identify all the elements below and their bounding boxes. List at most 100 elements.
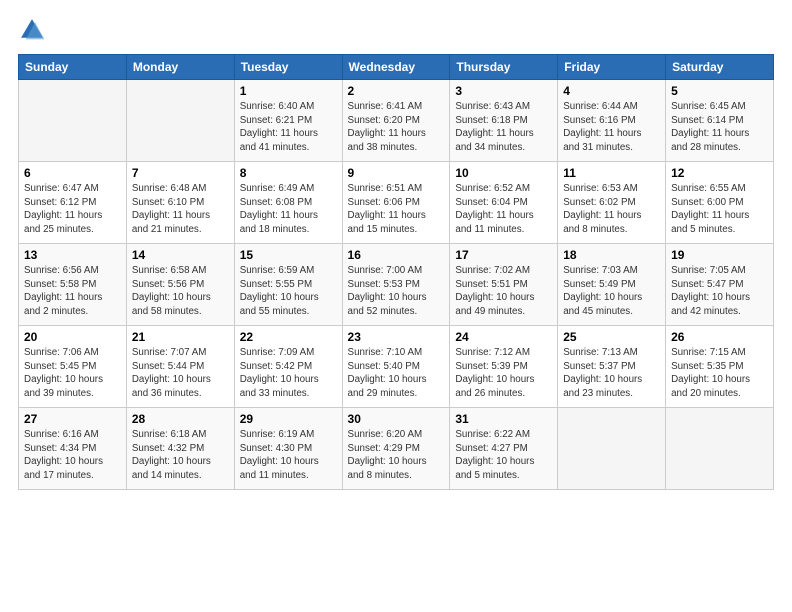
day-info: Sunrise: 6:55 AM Sunset: 6:00 PM Dayligh…: [671, 182, 768, 237]
calendar-cell: 19 Sunrise: 7:05 AM Sunset: 5:47 PM Dayli…: [666, 244, 774, 326]
logo-icon: [18, 16, 46, 44]
calendar-cell: 23 Sunrise: 7:10 AM Sunset: 5:40 PM Dayli…: [342, 326, 450, 408]
calendar-cell: 24 Sunrise: 7:12 AM Sunset: 5:39 PM Dayli…: [450, 326, 558, 408]
calendar-week-2: 6Sunrise: 6:47 AM Sunset: 6:12 PM Daylig…: [19, 162, 774, 244]
calendar-cell: 15 Sunrise: 6:59 AM Sunset: 5:55 PM Dayli…: [234, 244, 342, 326]
weekday-header-tuesday: Tuesday: [234, 55, 342, 80]
logo: [18, 16, 50, 44]
day-info: Sunrise: 7:02 AM Sunset: 5:51 PM Dayligh…: [455, 264, 552, 319]
day-info: Sunrise: 6:43 AM Sunset: 6:18 PM Dayligh…: [455, 100, 552, 155]
day-info: Sunrise: 6:47 AM Sunset: 6:12 PM Dayligh…: [24, 182, 121, 237]
day-info: Sunrise: 6:52 AM Sunset: 6:04 PM Dayligh…: [455, 182, 552, 237]
weekday-header-wednesday: Wednesday: [342, 55, 450, 80]
day-number: 27: [24, 412, 121, 426]
day-info: Sunrise: 6:51 AM Sunset: 6:06 PM Dayligh…: [348, 182, 445, 237]
day-info: Sunrise: 6:40 AM Sunset: 6:21 PM Dayligh…: [240, 100, 337, 155]
calendar-cell: [666, 408, 774, 490]
weekday-header-monday: Monday: [126, 55, 234, 80]
day-info: Sunrise: 6:22 AM Sunset: 4:27 PM Dayligh…: [455, 428, 552, 483]
day-info: Sunrise: 7:15 AM Sunset: 5:35 PM Dayligh…: [671, 346, 768, 401]
weekday-header-saturday: Saturday: [666, 55, 774, 80]
day-number: 17: [455, 248, 552, 262]
day-number: 12: [671, 166, 768, 180]
day-info: Sunrise: 7:07 AM Sunset: 5:44 PM Dayligh…: [132, 346, 229, 401]
day-number: 28: [132, 412, 229, 426]
calendar-cell: 25 Sunrise: 7:13 AM Sunset: 5:37 PM Dayli…: [558, 326, 666, 408]
calendar-week-3: 13 Sunrise: 6:56 AM Sunset: 5:58 PM Dayli…: [19, 244, 774, 326]
day-info: Sunrise: 6:48 AM Sunset: 6:10 PM Dayligh…: [132, 182, 229, 237]
calendar-cell: 10Sunrise: 6:52 AM Sunset: 6:04 PM Dayli…: [450, 162, 558, 244]
day-info: Sunrise: 6:44 AM Sunset: 6:16 PM Dayligh…: [563, 100, 660, 155]
calendar-body: 1 Sunrise: 6:40 AM Sunset: 6:21 PM Daylig…: [19, 80, 774, 490]
day-number: 23: [348, 330, 445, 344]
day-number: 7: [132, 166, 229, 180]
calendar-cell: 16Sunrise: 7:00 AM Sunset: 5:53 PM Dayli…: [342, 244, 450, 326]
day-info: Sunrise: 7:00 AM Sunset: 5:53 PM Dayligh…: [348, 264, 445, 319]
day-number: 26: [671, 330, 768, 344]
weekday-header-friday: Friday: [558, 55, 666, 80]
calendar-cell: [558, 408, 666, 490]
day-number: 2: [348, 84, 445, 98]
day-info: Sunrise: 6:18 AM Sunset: 4:32 PM Dayligh…: [132, 428, 229, 483]
day-number: 8: [240, 166, 337, 180]
calendar-cell: 9Sunrise: 6:51 AM Sunset: 6:06 PM Daylig…: [342, 162, 450, 244]
calendar-cell: 13 Sunrise: 6:56 AM Sunset: 5:58 PM Dayli…: [19, 244, 127, 326]
calendar-cell: 2 Sunrise: 6:41 AM Sunset: 6:20 PM Daylig…: [342, 80, 450, 162]
day-info: Sunrise: 6:45 AM Sunset: 6:14 PM Dayligh…: [671, 100, 768, 155]
day-info: Sunrise: 7:12 AM Sunset: 5:39 PM Dayligh…: [455, 346, 552, 401]
calendar-cell: 28 Sunrise: 6:18 AM Sunset: 4:32 PM Dayli…: [126, 408, 234, 490]
weekday-row: SundayMondayTuesdayWednesdayThursdayFrid…: [19, 55, 774, 80]
day-number: 24: [455, 330, 552, 344]
day-number: 15: [240, 248, 337, 262]
calendar-cell: 14Sunrise: 6:58 AM Sunset: 5:56 PM Dayli…: [126, 244, 234, 326]
day-number: 29: [240, 412, 337, 426]
day-info: Sunrise: 6:56 AM Sunset: 5:58 PM Dayligh…: [24, 264, 121, 319]
day-number: 13: [24, 248, 121, 262]
day-number: 20: [24, 330, 121, 344]
day-number: 3: [455, 84, 552, 98]
calendar-cell: 20 Sunrise: 7:06 AM Sunset: 5:45 PM Dayli…: [19, 326, 127, 408]
calendar-cell: 7 Sunrise: 6:48 AM Sunset: 6:10 PM Daylig…: [126, 162, 234, 244]
day-info: Sunrise: 7:05 AM Sunset: 5:47 PM Dayligh…: [671, 264, 768, 319]
day-info: Sunrise: 7:03 AM Sunset: 5:49 PM Dayligh…: [563, 264, 660, 319]
day-info: Sunrise: 6:59 AM Sunset: 5:55 PM Dayligh…: [240, 264, 337, 319]
day-number: 25: [563, 330, 660, 344]
day-info: Sunrise: 7:06 AM Sunset: 5:45 PM Dayligh…: [24, 346, 121, 401]
day-number: 30: [348, 412, 445, 426]
page: SundayMondayTuesdayWednesdayThursdayFrid…: [0, 0, 792, 612]
calendar-cell: 26 Sunrise: 7:15 AM Sunset: 5:35 PM Dayli…: [666, 326, 774, 408]
calendar-cell: 29 Sunrise: 6:19 AM Sunset: 4:30 PM Dayli…: [234, 408, 342, 490]
day-info: Sunrise: 7:09 AM Sunset: 5:42 PM Dayligh…: [240, 346, 337, 401]
calendar-week-4: 20 Sunrise: 7:06 AM Sunset: 5:45 PM Dayli…: [19, 326, 774, 408]
calendar-cell: [126, 80, 234, 162]
calendar-table: SundayMondayTuesdayWednesdayThursdayFrid…: [18, 54, 774, 490]
weekday-header-thursday: Thursday: [450, 55, 558, 80]
calendar-cell: 30 Sunrise: 6:20 AM Sunset: 4:29 PM Dayli…: [342, 408, 450, 490]
calendar-cell: 6Sunrise: 6:47 AM Sunset: 6:12 PM Daylig…: [19, 162, 127, 244]
day-number: 22: [240, 330, 337, 344]
day-number: 31: [455, 412, 552, 426]
day-info: Sunrise: 6:41 AM Sunset: 6:20 PM Dayligh…: [348, 100, 445, 155]
day-number: 18: [563, 248, 660, 262]
weekday-header-sunday: Sunday: [19, 55, 127, 80]
calendar-cell: 3 Sunrise: 6:43 AM Sunset: 6:18 PM Daylig…: [450, 80, 558, 162]
day-info: Sunrise: 6:53 AM Sunset: 6:02 PM Dayligh…: [563, 182, 660, 237]
day-info: Sunrise: 7:10 AM Sunset: 5:40 PM Dayligh…: [348, 346, 445, 401]
day-number: 4: [563, 84, 660, 98]
day-info: Sunrise: 7:13 AM Sunset: 5:37 PM Dayligh…: [563, 346, 660, 401]
day-number: 19: [671, 248, 768, 262]
day-info: Sunrise: 6:20 AM Sunset: 4:29 PM Dayligh…: [348, 428, 445, 483]
calendar-cell: 31 Sunrise: 6:22 AM Sunset: 4:27 PM Dayli…: [450, 408, 558, 490]
calendar-week-1: 1 Sunrise: 6:40 AM Sunset: 6:21 PM Daylig…: [19, 80, 774, 162]
day-info: Sunrise: 6:16 AM Sunset: 4:34 PM Dayligh…: [24, 428, 121, 483]
day-number: 1: [240, 84, 337, 98]
calendar-cell: 4 Sunrise: 6:44 AM Sunset: 6:16 PM Daylig…: [558, 80, 666, 162]
calendar-cell: [19, 80, 127, 162]
calendar-cell: 27 Sunrise: 6:16 AM Sunset: 4:34 PM Dayli…: [19, 408, 127, 490]
day-info: Sunrise: 6:49 AM Sunset: 6:08 PM Dayligh…: [240, 182, 337, 237]
calendar-cell: 12 Sunrise: 6:55 AM Sunset: 6:00 PM Dayli…: [666, 162, 774, 244]
day-info: Sunrise: 6:19 AM Sunset: 4:30 PM Dayligh…: [240, 428, 337, 483]
day-number: 5: [671, 84, 768, 98]
day-number: 21: [132, 330, 229, 344]
calendar-cell: 8 Sunrise: 6:49 AM Sunset: 6:08 PM Daylig…: [234, 162, 342, 244]
